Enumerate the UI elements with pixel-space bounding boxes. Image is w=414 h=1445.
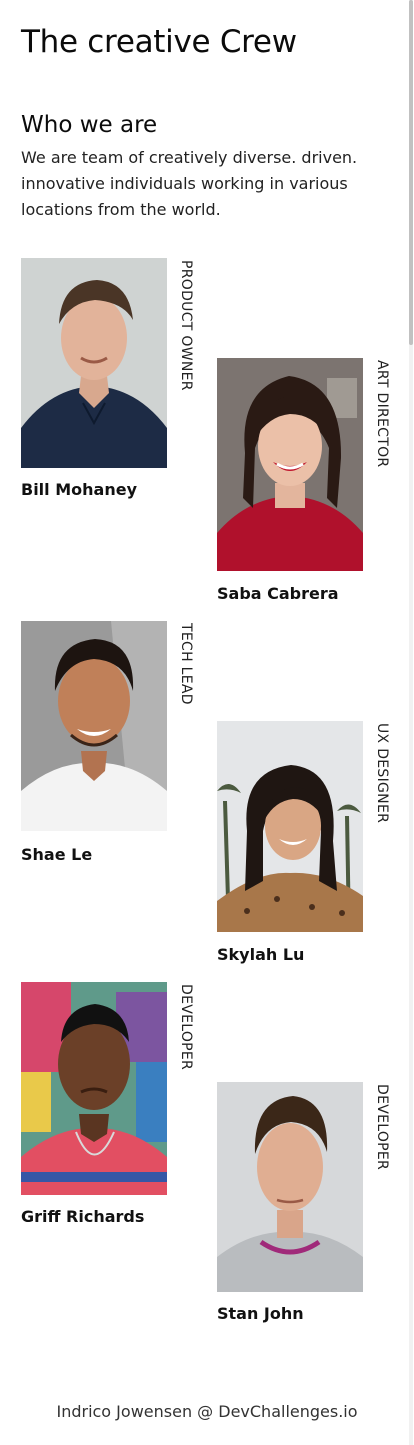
member-role: DEVELOPER [374,1084,390,1171]
member-role: UX DESIGNER [374,723,390,824]
team-member-card: DEVELOPER Griff Richards [21,982,201,1232]
member-name: Griff Richards [21,1207,145,1226]
member-role: DEVELOPER [178,984,194,1071]
member-name: Skylah Lu [217,945,305,964]
team-member-card: TECH LEAD Shae Le [21,621,201,871]
team-member-card: ART DIRECTOR Saba Cabrera [217,358,397,608]
member-photo [21,982,167,1195]
team-member-card: DEVELOPER Stan John [217,1082,397,1332]
member-role: PRODUCT OWNER [178,260,194,391]
intro-text: We are team of creatively diverse. drive… [21,148,358,219]
member-photo [21,621,167,831]
member-photo [217,721,363,932]
member-name: Saba Cabrera [217,584,339,603]
member-photo [217,1082,363,1292]
member-photo [21,258,167,468]
member-name: Stan John [217,1304,304,1323]
page-scrollbar[interactable] [409,0,413,1445]
section-heading: Who we are [21,112,158,138]
page-title: The creative Crew [21,24,297,60]
member-role: TECH LEAD [178,623,194,705]
member-name: Shae Le [21,845,93,864]
scrollbar-thumb[interactable] [409,0,413,345]
team-member-card: UX DESIGNER Skylah Lu [217,721,397,971]
team-member-card: PRODUCT OWNER Bill Mohaney [21,258,201,508]
member-photo [217,358,363,571]
footer-credit: Indrico Jowensen @ DevChallenges.io [56,1402,358,1421]
member-name: Bill Mohaney [21,480,137,499]
member-role: ART DIRECTOR [374,360,390,468]
